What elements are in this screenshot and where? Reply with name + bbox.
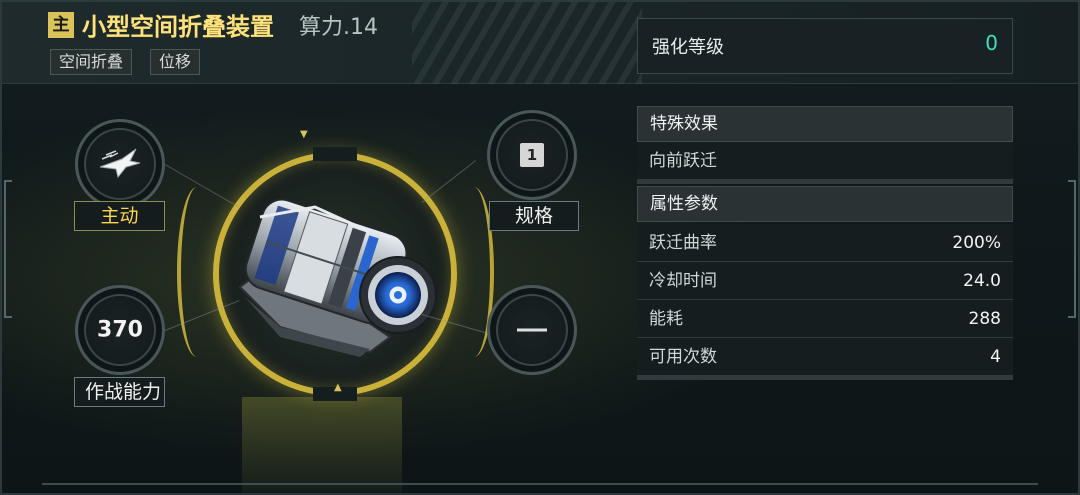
attribute-value: 4 — [990, 347, 1001, 367]
item-title: 小型空间折叠装置 — [82, 13, 274, 41]
activation-mode-slot[interactable] — [75, 119, 165, 209]
main-slot-badge: 主 — [48, 12, 74, 38]
space-fold-device-image — [238, 198, 437, 357]
attribute-row: 可用次数 4 — [637, 338, 1013, 376]
attribute-value: 288 — [968, 309, 1001, 329]
spec-label: 规格 — [489, 201, 579, 231]
attribute-key: 跃迁曲率 — [649, 233, 717, 253]
window-edge-right — [1068, 180, 1076, 318]
tag-space-fold: 空间折叠 — [50, 49, 133, 75]
attribute-key: 可用次数 — [649, 347, 717, 367]
light-beam-decoration — [242, 397, 402, 493]
spec-value: 1 — [520, 143, 544, 167]
attribute-row: 跃迁曲率 200% — [637, 224, 1013, 262]
ring-marker-bottom-icon: ▲ — [334, 382, 342, 393]
left-gold-arc — [177, 187, 217, 357]
ring-marker-top-icon: ▼ — [300, 129, 308, 140]
spec-slot[interactable]: 1 — [487, 110, 577, 200]
divider — [637, 180, 1013, 184]
attributes-heading: 属性参数 — [637, 186, 1013, 222]
tag-displacement: 位移 — [150, 49, 201, 75]
combat-power-value: 370 — [97, 317, 143, 343]
combat-power-label: 作战能力 — [74, 377, 165, 407]
enhance-level-panel[interactable]: 强化等级 0 — [637, 18, 1013, 74]
header-stripe-decoration — [412, 2, 642, 84]
compute-power: 算力.14 — [299, 15, 378, 40]
enhance-level-label: 强化等级 — [652, 37, 724, 58]
attribute-value: 24.0 — [963, 271, 1001, 291]
special-effect-text: 向前跃迁 — [649, 151, 717, 171]
jet-fighter-icon — [96, 145, 144, 183]
attribute-value: 200% — [952, 233, 1001, 253]
divider — [637, 376, 1013, 380]
window-edge-left — [4, 180, 12, 318]
ring-gap-top — [313, 147, 357, 161]
attribute-key: 能耗 — [649, 309, 683, 329]
special-effect-row: 向前跃迁 — [637, 142, 1013, 180]
attribute-key: 冷却时间 — [649, 271, 717, 291]
empty-slot[interactable] — [487, 285, 577, 375]
empty-dash-icon — [517, 328, 547, 332]
special-effect-heading: 特殊效果 — [637, 106, 1013, 142]
attribute-row: 能耗 288 — [637, 300, 1013, 338]
combat-power-slot[interactable]: 370 — [75, 285, 165, 375]
equipment-detail-window: 主 小型空间折叠装置 算力.14 空间折叠 位移 强化等级 0 ▼ ▲ 主动 3… — [0, 0, 1080, 495]
window-bottom-line — [42, 483, 1038, 485]
activation-mode-label: 主动 — [74, 201, 165, 231]
enhance-level-value: 0 — [985, 31, 998, 55]
attribute-row: 冷却时间 24.0 — [637, 262, 1013, 300]
